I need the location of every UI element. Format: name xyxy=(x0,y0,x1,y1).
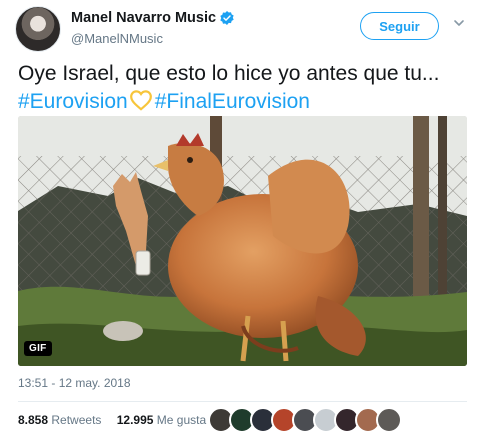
liker-avatar[interactable] xyxy=(376,407,402,433)
author-avatar[interactable] xyxy=(15,6,61,52)
retweets-stat[interactable]: 8.858 Retweets xyxy=(18,413,101,427)
gif-media[interactable]: GIF xyxy=(18,116,467,366)
tweet-hashtags: #Eurovision #FinalEurovision xyxy=(18,88,478,116)
hashtag-eurovision[interactable]: #Eurovision xyxy=(18,90,128,113)
likes-stat[interactable]: 12.995 Me gusta xyxy=(117,413,206,427)
chevron-down-icon[interactable] xyxy=(453,18,465,28)
follow-button[interactable]: Seguir xyxy=(360,12,439,40)
likes-count: 12.995 xyxy=(116,413,154,427)
gif-badge: GIF xyxy=(24,341,52,356)
verified-badge-icon xyxy=(220,11,234,25)
yellow-heart-icon xyxy=(129,90,152,111)
author-handle[interactable]: @ManelNMusic xyxy=(71,31,163,46)
gif-frame-image xyxy=(18,116,467,366)
retweets-count: 8.858 xyxy=(18,413,49,427)
retweets-label: Retweets xyxy=(51,413,102,427)
tweet-timestamp[interactable]: 13:51 - 12 may. 2018 xyxy=(18,376,131,390)
tweet-text: Oye Israel, que esto lo hice yo antes qu… xyxy=(18,62,440,85)
author-name[interactable]: Manel Navarro Music xyxy=(71,10,216,26)
tweet-stats: 8.858 Retweets 12.995 Me gusta xyxy=(18,413,218,427)
stats-divider xyxy=(18,401,467,402)
tweet-text-block: Oye Israel, que esto lo hice yo antes qu… xyxy=(18,60,478,116)
hashtag-final-eurovision[interactable]: #FinalEurovision xyxy=(155,90,310,113)
likes-label: Me gusta xyxy=(156,413,207,427)
